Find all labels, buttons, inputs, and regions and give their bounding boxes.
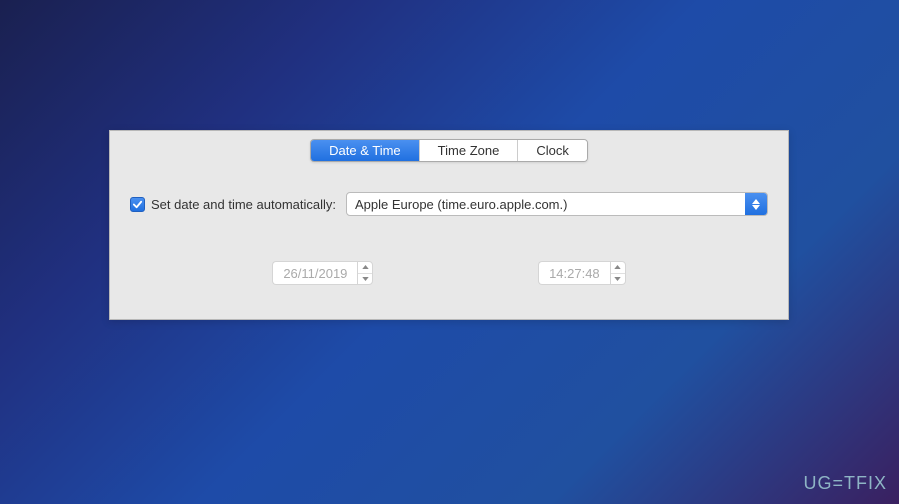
- tab-clock[interactable]: Clock: [518, 140, 587, 161]
- chevron-up-icon: [614, 265, 621, 269]
- date-input[interactable]: 26/11/2019: [272, 261, 357, 285]
- chevron-up-icon: [362, 265, 369, 269]
- content-area: Set date and time automatically: Apple E…: [110, 162, 788, 285]
- time-server-value: Apple Europe (time.euro.apple.com.): [347, 197, 745, 212]
- auto-set-row: Set date and time automatically: Apple E…: [130, 192, 768, 216]
- date-step-up[interactable]: [358, 262, 372, 274]
- chevron-down-icon: [614, 277, 621, 281]
- time-input[interactable]: 14:27:48: [538, 261, 610, 285]
- date-step-down[interactable]: [358, 274, 372, 285]
- tab-time-zone[interactable]: Time Zone: [420, 140, 519, 161]
- time-step-down[interactable]: [611, 274, 625, 285]
- time-server-dropdown[interactable]: Apple Europe (time.euro.apple.com.): [346, 192, 768, 216]
- checkmark-icon: [132, 199, 143, 210]
- tab-date-time[interactable]: Date & Time: [311, 140, 420, 161]
- tab-bar: Date & Time Time Zone Clock: [110, 139, 788, 162]
- time-step-up[interactable]: [611, 262, 625, 274]
- tab-group: Date & Time Time Zone Clock: [310, 139, 588, 162]
- date-time-preferences-panel: Date & Time Time Zone Clock Set date and…: [109, 130, 789, 320]
- date-time-inputs-row: 26/11/2019 14:27:48: [130, 261, 768, 285]
- dropdown-arrow-icon: [745, 193, 767, 215]
- time-stepper: 14:27:48: [538, 261, 626, 285]
- watermark-logo: UG=TFIX: [803, 473, 887, 494]
- date-stepper: 26/11/2019: [272, 261, 373, 285]
- time-stepper-buttons: [610, 261, 626, 285]
- auto-set-checkbox[interactable]: [130, 197, 145, 212]
- chevron-down-icon: [362, 277, 369, 281]
- auto-set-label: Set date and time automatically:: [151, 197, 336, 212]
- date-stepper-buttons: [357, 261, 373, 285]
